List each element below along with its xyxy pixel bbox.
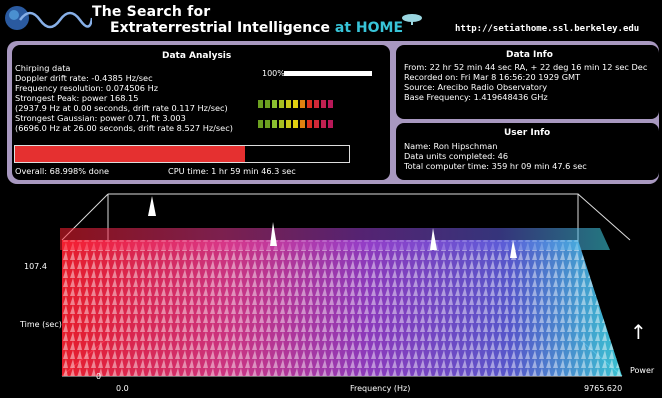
- title-line-2-main: Extraterrestrial Intelligence: [110, 20, 335, 36]
- overall-progress-bar: [14, 145, 350, 163]
- meter-light: [265, 120, 270, 128]
- data-info-panel: Data Info From: 22 hr 52 min 44 sec RA, …: [396, 45, 659, 119]
- y-axis-title: Time (sec): [20, 320, 62, 329]
- data-units-completed: Data units completed: 46: [404, 151, 509, 161]
- title-line-1: The Search for: [92, 4, 211, 20]
- data-info-base-frequency: Base Frequency: 1.419648436 GHz: [404, 92, 548, 102]
- meter-light: [279, 100, 284, 108]
- peak-power-meter: [258, 100, 333, 108]
- header-banner: The Search for Extraterrestrial Intellig…: [0, 0, 662, 38]
- chirp-bar: [284, 71, 372, 76]
- meter-light: [307, 120, 312, 128]
- strongest-peak-detail: (2937.9 Hz at 0.00 seconds, drift rate 0…: [15, 103, 228, 113]
- data-analysis-title: Data Analysis: [162, 51, 232, 61]
- meter-light: [286, 120, 291, 128]
- strongest-peak: Strongest Peak: power 168.15: [15, 93, 139, 103]
- user-info-panel: User Info Name: Ron Hipschman Data units…: [396, 123, 659, 180]
- gaussian-power-meter: [258, 120, 333, 128]
- overall-progress-text: Overall: 68.998% done: [15, 166, 110, 176]
- meter-light: [328, 100, 333, 108]
- meter-light: [265, 100, 270, 108]
- frequency-resolution: Frequency resolution: 0.074506 Hz: [15, 83, 159, 93]
- meter-light: [300, 100, 305, 108]
- meter-light: [293, 100, 298, 108]
- x-axis-max-label: 9765.620: [584, 384, 623, 393]
- user-info-title: User Info: [504, 128, 551, 138]
- meter-light: [258, 100, 263, 108]
- title-line-2-home: at HOME: [334, 20, 404, 36]
- meter-light: [293, 120, 298, 128]
- meter-light: [286, 100, 291, 108]
- power-up-arrow-icon: ↑: [630, 320, 647, 344]
- power-axis-label: Power: [630, 366, 655, 375]
- meter-light: [300, 120, 305, 128]
- y-axis-min-label: 0: [96, 372, 102, 381]
- meter-light: [272, 120, 277, 128]
- data-info-source-coords: From: 22 hr 52 min 44 sec RA, + 22 deg 1…: [404, 62, 648, 72]
- strongest-gaussian: Strongest Gaussian: power 0.71, fit 3.00…: [15, 113, 186, 123]
- total-computer-time: Total computer time: 359 hr 09 min 47.6 …: [404, 161, 587, 171]
- x-axis-title: Frequency (Hz): [350, 384, 411, 393]
- meter-light: [314, 120, 319, 128]
- y-axis-max-label: 107.4: [24, 262, 47, 271]
- meter-light: [258, 120, 263, 128]
- meter-light: [321, 120, 326, 128]
- title-line-2: Extraterrestrial Intelligence at HOME: [110, 20, 403, 36]
- user-name: Name: Ron Hipschman: [404, 141, 498, 151]
- meter-light: [272, 100, 277, 108]
- x-axis-min-label: 0.0: [116, 384, 129, 393]
- meter-light: [314, 100, 319, 108]
- meter-light: [307, 100, 312, 108]
- setiathome-url-link[interactable]: http://setiathome.ssl.berkeley.edu: [455, 24, 639, 34]
- meter-light: [321, 100, 326, 108]
- doppler-drift-rate: Doppler drift rate: -0.4385 Hz/sec: [15, 73, 153, 83]
- bar-scale-label: 100%: [262, 69, 285, 78]
- meter-light: [328, 120, 333, 128]
- chirping-label: Chirping data: [15, 63, 71, 73]
- satellite-dish-icon: [402, 14, 422, 25]
- wave-logo-icon: [5, 6, 92, 30]
- overall-progress-fill: [15, 146, 246, 162]
- data-info-recorded: Recorded on: Fri Mar 8 16:56:20 1929 GMT: [404, 72, 581, 82]
- strongest-gaussian-detail: (6696.0 Hz at 26.00 seconds, drift rate …: [15, 123, 233, 133]
- spectrum-3d-plot: 107.4 Time (sec) 0 0.0 Frequency (Hz) 97…: [0, 188, 662, 394]
- data-info-source: Source: Arecibo Radio Observatory: [404, 82, 548, 92]
- meter-light: [279, 120, 284, 128]
- data-info-title: Data Info: [506, 50, 553, 60]
- spectrum-graph: [60, 193, 631, 377]
- cpu-time: CPU time: 1 hr 59 min 46.3 sec: [168, 166, 296, 176]
